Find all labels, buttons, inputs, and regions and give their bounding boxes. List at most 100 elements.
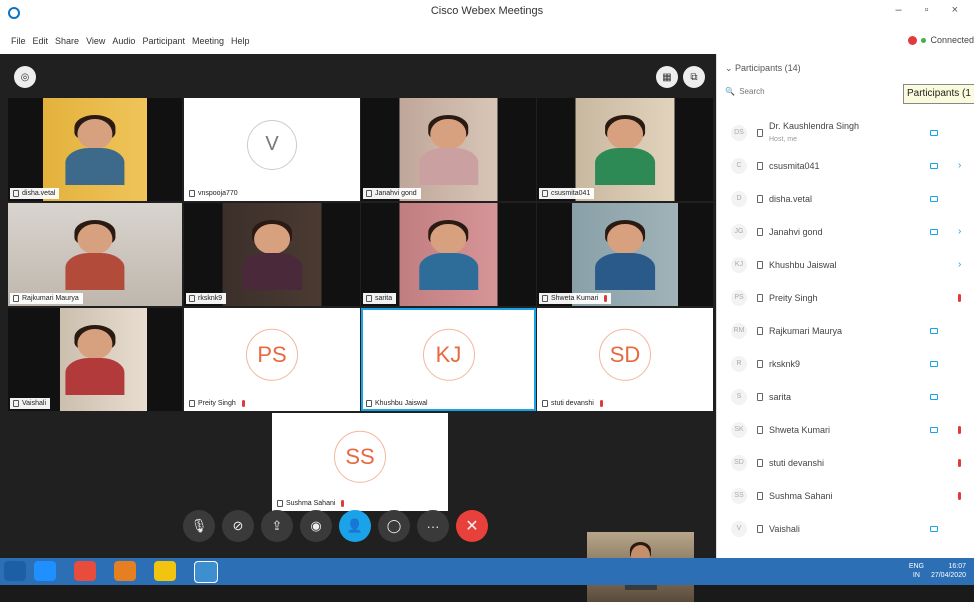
- video-tile[interactable]: Rajkumari Maurya: [8, 203, 182, 306]
- settings-circle-icon[interactable]: ◎: [14, 66, 36, 88]
- list-item[interactable]: JG Janahvi gond ›: [717, 215, 974, 248]
- list-item[interactable]: Ccsusmita041 ›: [717, 149, 974, 182]
- menu-item-file[interactable]: File: [11, 36, 26, 46]
- camera-icon[interactable]: [930, 393, 938, 400]
- share-button[interactable]: ⇪: [261, 510, 293, 542]
- camera-icon[interactable]: [930, 195, 938, 202]
- list-item[interactable]: DS Dr. Kaushlendra Singh Host, me: [717, 116, 974, 149]
- record-button[interactable]: ◉: [300, 510, 332, 542]
- muted-mic-icon[interactable]: [958, 293, 961, 302]
- chevron-right-icon[interactable]: ›: [958, 160, 961, 171]
- search-input[interactable]: [737, 86, 892, 97]
- menu-item-meeting[interactable]: Meeting: [192, 36, 224, 46]
- camera-icon[interactable]: [930, 228, 938, 235]
- video-tile[interactable]: Janahvi gond: [361, 98, 536, 201]
- participants-header[interactable]: ⌄ Participants (14): [725, 63, 801, 74]
- participants-button[interactable]: 👤: [339, 510, 371, 542]
- participant-name: Shweta Kumari: [769, 424, 831, 435]
- device-icon: [542, 400, 548, 407]
- chevron-right-icon[interactable]: ›: [958, 226, 961, 237]
- start-button[interactable]: [4, 561, 26, 581]
- list-item[interactable]: PS Preity Singh: [717, 281, 974, 314]
- video-tile[interactable]: rksknk9: [184, 203, 360, 306]
- muted-mic-icon[interactable]: [958, 425, 961, 434]
- device-icon: [542, 190, 548, 197]
- menu-item-edit[interactable]: Edit: [33, 36, 49, 46]
- end-call-button[interactable]: ✕: [456, 510, 488, 542]
- participant-name: Vaishali: [769, 523, 800, 534]
- muted-mic-icon[interactable]: [958, 458, 961, 467]
- window-title: Cisco Webex Meetings: [430, 5, 544, 17]
- list-item[interactable]: SD stuti devanshi: [717, 446, 974, 479]
- mute-button[interactable]: 🎙: [183, 510, 215, 542]
- device-icon: [542, 295, 548, 302]
- avatar: SD: [731, 454, 747, 471]
- participant-search[interactable]: 🔍: [725, 86, 905, 104]
- avatar: S: [731, 388, 747, 405]
- ie-taskbar-icon[interactable]: [34, 561, 56, 581]
- stop-video-button[interactable]: ⊘: [222, 510, 254, 542]
- camera-icon[interactable]: [930, 426, 938, 433]
- window-controls[interactable]: – ▫ ×: [895, 4, 968, 16]
- explorer-taskbar-icon[interactable]: [154, 561, 176, 581]
- menu-item-share[interactable]: Share: [55, 36, 79, 46]
- chat-button[interactable]: ◯: [378, 510, 410, 542]
- avatar: V: [247, 119, 297, 170]
- camera-icon[interactable]: [930, 525, 938, 532]
- video-tile[interactable]: Shweta Kumari: [537, 203, 713, 306]
- list-item[interactable]: KJ Khushbu Jaiswal ›: [717, 248, 974, 281]
- search-icon: 🔍: [725, 87, 735, 96]
- device-icon: [757, 458, 763, 467]
- menu-item-audio[interactable]: Audio: [112, 36, 135, 46]
- muted-mic-icon: [599, 400, 603, 407]
- popout-icon[interactable]: ⧉: [683, 66, 705, 88]
- language-indicator[interactable]: ENG IN: [909, 562, 924, 580]
- video-tile[interactable]: Vaishali: [8, 308, 182, 411]
- chrome-taskbar-icon[interactable]: [74, 561, 96, 581]
- tile-name-text: stuti devanshi: [551, 400, 594, 407]
- video-tile[interactable]: Vvnspooja770: [184, 98, 360, 201]
- device-icon: [757, 293, 763, 302]
- video-tile[interactable]: sarita: [361, 203, 536, 306]
- tile-name-label: Khushbu Jaiswal: [363, 398, 432, 409]
- firefox-taskbar-icon[interactable]: [114, 561, 136, 581]
- list-item[interactable]: SK Shweta Kumari: [717, 413, 974, 446]
- tile-name-label: Rajkumari Maurya: [10, 293, 83, 304]
- muted-mic-icon[interactable]: [958, 491, 961, 500]
- clock[interactable]: 16:07 27/04/2020: [931, 562, 966, 580]
- list-item[interactable]: Ssarita: [717, 380, 974, 413]
- more-button[interactable]: ···: [417, 510, 449, 542]
- list-item[interactable]: Ddisha.vetal: [717, 182, 974, 215]
- camera-icon[interactable]: [930, 360, 938, 367]
- video-tile[interactable]: disha.vetal: [8, 98, 182, 201]
- layout-grid-icon[interactable]: ▦: [656, 66, 678, 88]
- video-tile[interactable]: KJ Khushbu Jaiswal: [361, 308, 536, 411]
- tile-name-text: csusmita041: [551, 190, 591, 197]
- participant-name: sarita: [769, 391, 792, 402]
- list-item[interactable]: Rrksknk9: [717, 347, 974, 380]
- video-tile[interactable]: SS Sushma Sahani: [272, 413, 448, 511]
- video-tile[interactable]: PS Preity Singh: [184, 308, 360, 411]
- list-item[interactable]: V Vaishali: [717, 512, 974, 545]
- camera-icon[interactable]: [930, 162, 938, 169]
- device-icon: [757, 194, 763, 203]
- tile-name-label: stuti devanshi: [539, 398, 607, 409]
- participant-name: disha.vetal: [769, 193, 813, 204]
- collapse-chevron-icon[interactable]: ⌄: [725, 63, 735, 73]
- camera-icon[interactable]: [930, 327, 938, 334]
- video-tile[interactable]: SD stuti devanshi: [537, 308, 713, 411]
- device-icon: [189, 400, 195, 407]
- menu-item-view[interactable]: View: [86, 36, 105, 46]
- chevron-right-icon[interactable]: ›: [958, 259, 961, 270]
- menu-item-help[interactable]: Help: [231, 36, 250, 46]
- camera-icon[interactable]: [930, 129, 938, 136]
- menu-item-participant[interactable]: Participant: [142, 36, 185, 46]
- list-item[interactable]: SS Sushma Sahani: [717, 479, 974, 512]
- webex-taskbar-icon[interactable]: [194, 561, 218, 583]
- video-tile[interactable]: csusmita041: [537, 98, 713, 201]
- device-icon: [757, 524, 763, 533]
- list-item[interactable]: RM Rajkumari Maurya: [717, 314, 974, 347]
- tile-name-text: Vaishali: [22, 400, 46, 407]
- device-icon: [757, 128, 763, 137]
- device-icon: [189, 190, 195, 197]
